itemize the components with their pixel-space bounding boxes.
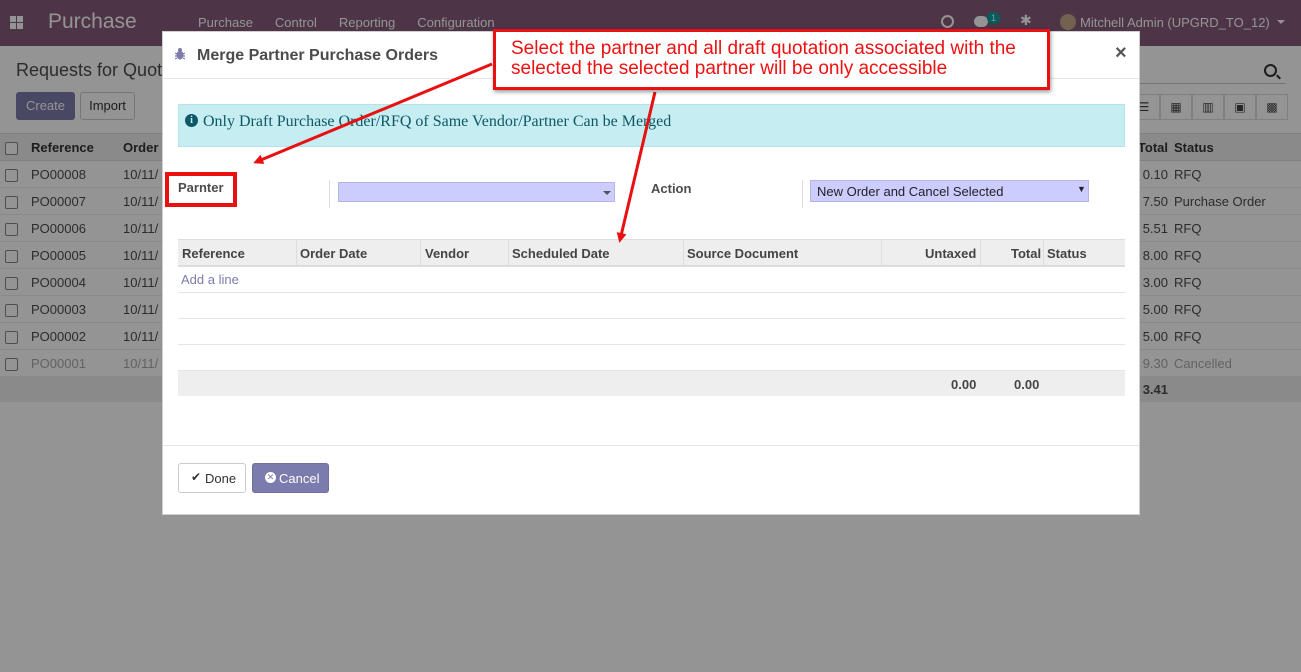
col-status[interactable]: Status: [1047, 246, 1087, 261]
chevron-down-icon[interactable]: [603, 191, 611, 195]
add-line-link[interactable]: Add a line: [181, 272, 239, 287]
check-icon: ✔: [191, 470, 202, 484]
divider: [329, 180, 330, 208]
done-button[interactable]: ✔ Done: [178, 463, 246, 493]
col-order-date[interactable]: Order Date: [300, 246, 367, 261]
order-lines-table: Reference Order Date Vendor Scheduled Da…: [178, 239, 1125, 396]
cancel-label: Cancel: [279, 471, 320, 486]
col-vendor[interactable]: Vendor: [425, 246, 469, 261]
alert-text: Only Draft Purchase Order/RFQ of Same Ve…: [203, 113, 672, 130]
partner-select[interactable]: [338, 182, 615, 202]
divider: [802, 180, 803, 208]
add-line-row: Add a line: [178, 267, 1125, 293]
empty-row: [178, 293, 1125, 319]
col-scheduled-date[interactable]: Scheduled Date: [512, 246, 610, 261]
done-label: Done: [205, 471, 237, 486]
empty-row: [178, 345, 1125, 371]
modal-footer: ✔ Done ✕ Cancel: [163, 445, 1139, 515]
col-untaxed[interactable]: Untaxed: [925, 246, 976, 261]
lines-footer: 0.00 0.00: [178, 371, 1125, 396]
annotation-callout: Select the partner and all draft quotati…: [493, 29, 1050, 90]
annotation-text: Select the partner and all draft quotati…: [511, 38, 1016, 79]
untaxed-sum: 0.00: [951, 377, 977, 392]
total-sum: 0.00: [1014, 377, 1040, 392]
action-select[interactable]: New Order and Cancel Selected ▼: [810, 180, 1089, 202]
cancel-button[interactable]: ✕ Cancel: [252, 463, 329, 493]
modal-title: Merge Partner Purchase Orders: [197, 47, 438, 64]
col-total[interactable]: Total: [1011, 246, 1041, 261]
dropdown-caret-icon: ▼: [1077, 184, 1086, 194]
bug-icon: [174, 48, 186, 60]
partner-highlight-box: [165, 172, 237, 207]
col-reference[interactable]: Reference: [182, 246, 245, 261]
lines-header: Reference Order Date Vendor Scheduled Da…: [178, 239, 1125, 267]
close-icon[interactable]: ×: [1115, 42, 1127, 65]
action-selected-value: New Order and Cancel Selected: [817, 184, 1004, 199]
action-label: Action: [651, 181, 692, 196]
times-circle-icon: ✕: [265, 472, 276, 483]
col-source-document[interactable]: Source Document: [687, 246, 798, 261]
empty-row: [178, 319, 1125, 345]
info-icon: i: [185, 114, 198, 127]
merge-dialog: Merge Partner Purchase Orders × i Only D…: [162, 31, 1140, 515]
info-alert: i Only Draft Purchase Order/RFQ of Same …: [178, 104, 1125, 147]
